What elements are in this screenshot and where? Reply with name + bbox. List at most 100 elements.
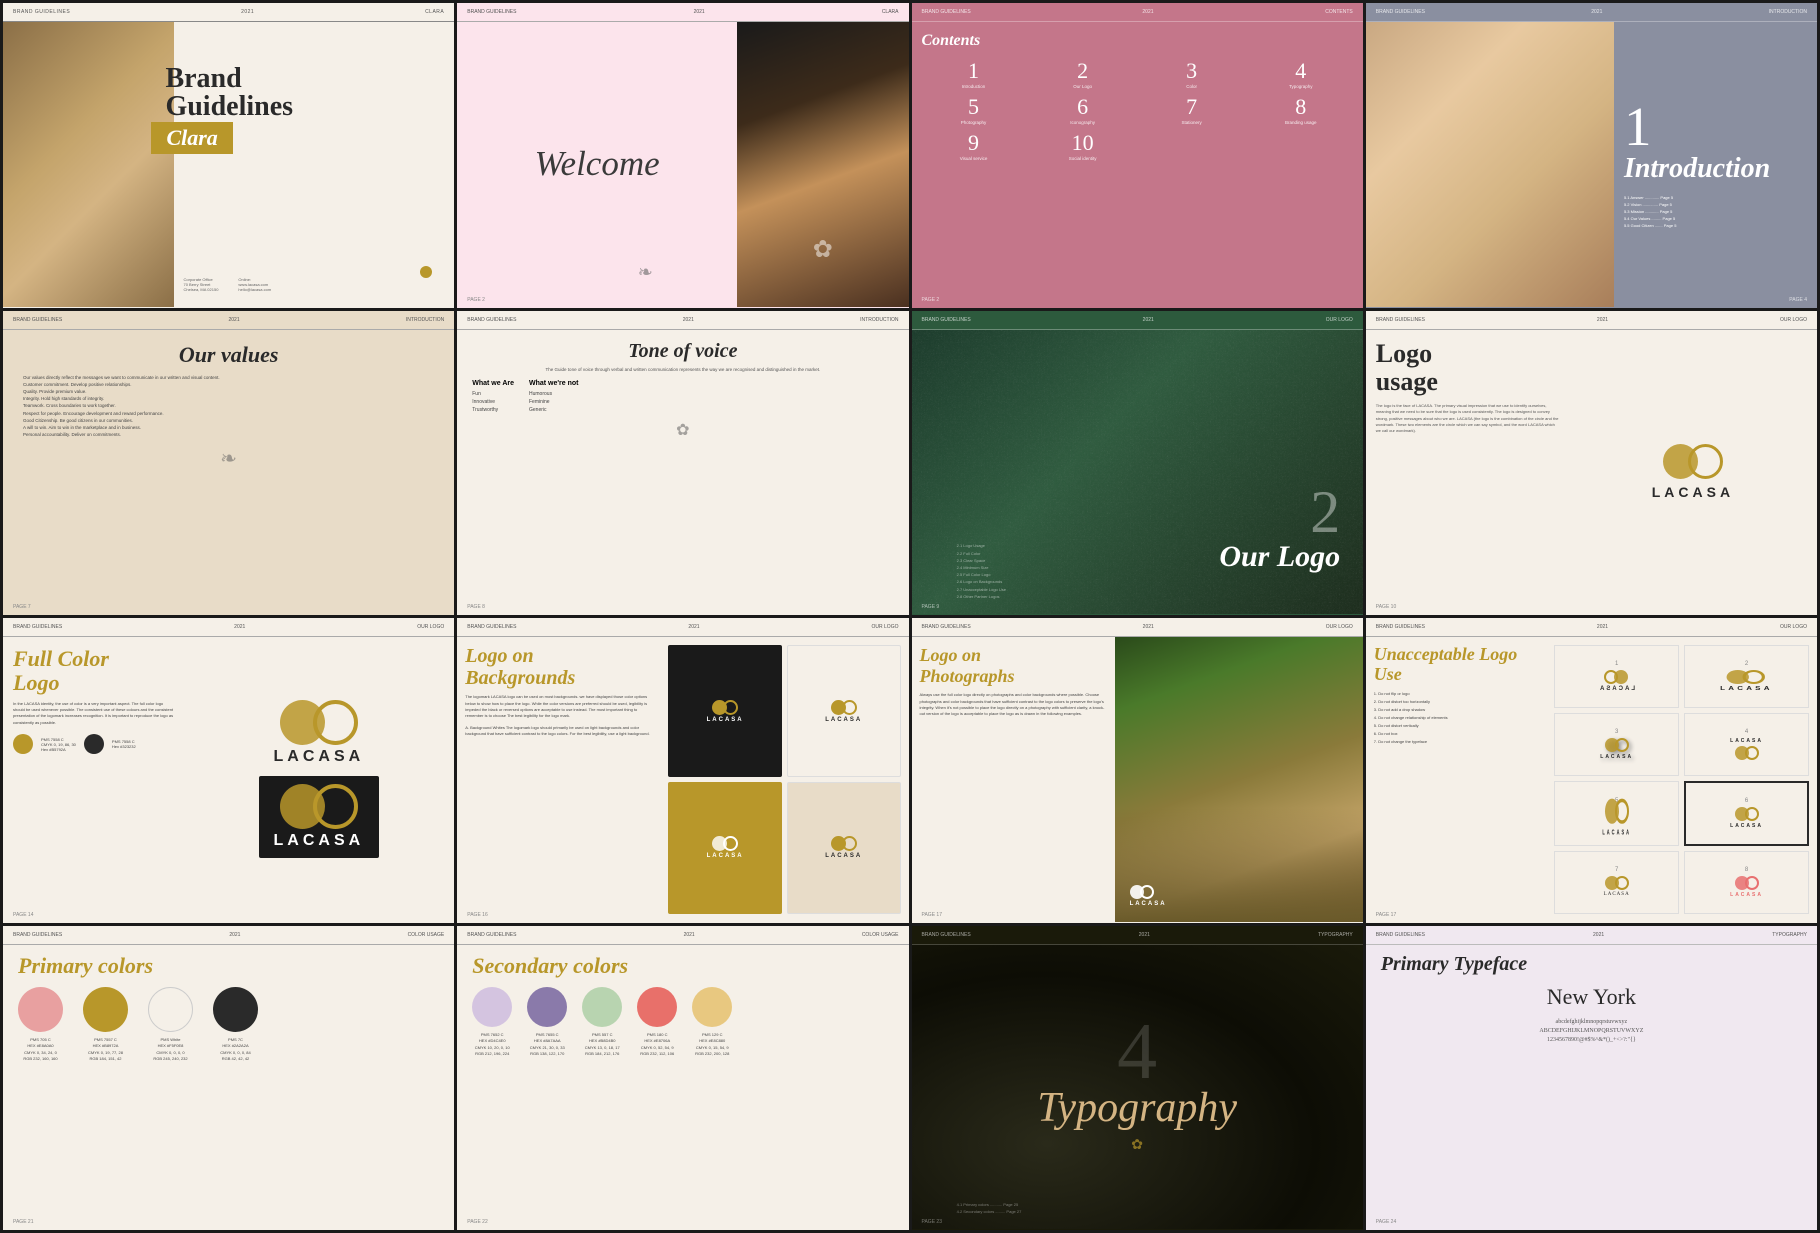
model-image	[3, 22, 174, 307]
purple-swatch	[527, 987, 567, 1027]
s3-left: BRAND GUIDELINES	[922, 9, 971, 15]
col2-item-1: Humorous	[529, 391, 579, 397]
alphabet-lower: abcdefghijklmnopqrstuvwxyz	[1381, 1018, 1802, 1027]
num-10: 10	[1031, 130, 1135, 156]
online-info: Online: www.lacasa.com hello@lacasa.com	[238, 277, 271, 292]
logo-wordmark: LACASA	[1652, 484, 1734, 500]
wrong-8: 8 LACASA	[1684, 851, 1809, 914]
unacceptable-rules: 1. Do not flip or logo 2. Do not distort…	[1374, 691, 1539, 744]
slide-1-info: Corporate Office 70 Berry Street Chelsea…	[184, 277, 446, 292]
intro-big-num: 1	[1624, 99, 1807, 154]
tone-subtitle: The Guide tone of voice through verbal a…	[472, 367, 893, 372]
slide-primary-colors: BRAND GUIDELINES 2021 COLOR USAGE Primar…	[3, 926, 454, 1231]
s12-right: OUR LOGO	[1780, 624, 1807, 630]
font-name-display: New York	[1381, 984, 1802, 1010]
slide-14-topbar: BRAND GUIDELINES 2021 COLOR USAGE	[457, 926, 908, 945]
mini-circles-5	[1605, 799, 1629, 824]
col2-item-3: Generic	[529, 407, 579, 413]
slide-8-content: Logo usage The logo is the face of LACAS…	[1366, 330, 1817, 615]
rule-2: 2. Do not distort too horizontally	[1374, 699, 1539, 704]
num-7: 7	[1140, 94, 1244, 120]
slide-1-brand-label: BRAND GUIDELINES	[13, 9, 70, 15]
num-6: 6	[1031, 94, 1135, 120]
black-details: PMS 7CHEX #2A2A2ACMYK 0, 0, 0, 84RGB 42,…	[220, 1037, 250, 1063]
lname-gold: LACASA	[707, 853, 744, 859]
color-pink: PMS 705 CHEX #E8A0A0CMYK 0, 34, 24, 0RGB…	[18, 987, 63, 1063]
page-number: PAGE 4	[1789, 297, 1807, 303]
sub-item-5: 5.5 Good Citizen ....... Page 5	[1624, 223, 1807, 228]
s16-right: TYPOGRAPHY	[1772, 932, 1807, 938]
typeface-heading: Primary Typeface	[1381, 953, 1802, 976]
num-5: 5	[922, 94, 1026, 120]
logo-bg-body: The logomark LACASA logo can be used on …	[465, 694, 652, 720]
slide-1-year: 2021	[241, 9, 254, 15]
logo-boxed: LACASA	[1730, 807, 1763, 829]
s13-center: 2021	[229, 932, 240, 938]
circles-mini-cream	[831, 836, 857, 851]
label-8: Branding usage	[1249, 120, 1353, 125]
slide-1-topbar: BRAND GUIDELINES 2021 CLARA	[3, 3, 454, 22]
typography-big-num: 4	[1117, 1020, 1157, 1084]
wrong-4: 4 LACASA	[1684, 713, 1809, 776]
circles-mini-light	[831, 700, 857, 715]
label-10: Social identity	[1031, 156, 1135, 161]
logo-rearranged: LACASA	[1730, 738, 1763, 760]
logo-bg-grid: LACASA LACASA	[660, 637, 908, 922]
s14-center: 2021	[684, 932, 695, 938]
page-number: PAGE 22	[467, 1219, 487, 1225]
secondary-colors-heading: Secondary colors	[472, 953, 893, 979]
page-number: PAGE 7	[13, 604, 31, 610]
s4-right: INTRODUCTION	[1769, 9, 1807, 15]
color-info-dark: PMS 7558 CHex #323232	[112, 739, 136, 749]
label-9: Visual service	[922, 156, 1026, 161]
slide-16-content: Primary Typeface New York abcdefghijklmn…	[1366, 945, 1817, 1053]
logo-light: LACASA	[274, 700, 365, 766]
color-sage: PMS 557 CHEX #B8D4B0CMYK 13, 0, 18, 17RG…	[582, 987, 622, 1058]
rule-5: 5. Do not distort vertically	[1374, 723, 1539, 728]
yellow-details: PMS 129 CHEX #E8C880CMYK 0, 15, 54, 9RGB…	[695, 1032, 729, 1058]
s10-right: OUR LOGO	[872, 624, 899, 630]
col2-title: What we're not	[529, 380, 579, 387]
flower-decoration: ❧	[638, 262, 653, 283]
primary-colors-heading: Primary colors	[18, 953, 439, 979]
slide-typography-section: BRAND GUIDELINES 2021 TYPOGRAPHY 4 Typog…	[912, 926, 1363, 1231]
slide-3-topbar: BRAND GUIDELINES 2021 CONTENTS	[912, 3, 1363, 22]
logo-bg-heading: Logo on Backgrounds	[465, 645, 652, 689]
sage-details: PMS 557 CHEX #B8D4B0CMYK 13, 0, 18, 17RG…	[585, 1032, 620, 1058]
yellow-swatch	[692, 987, 732, 1027]
s2-center: 2021	[694, 9, 705, 15]
s12-center: 2021	[1597, 624, 1608, 630]
slide-4-content: 1 Introduction 5.1 Answer ............. …	[1366, 22, 1817, 307]
color-swatch-dark	[84, 734, 104, 754]
s11-center: 2021	[1143, 624, 1154, 630]
rule-7: 7. Do not change the typeface	[1374, 739, 1539, 744]
intro-sublist: 5.1 Answer ............. Page 5 5.2 Visi…	[1624, 195, 1807, 230]
s4-left: BRAND GUIDELINES	[1376, 9, 1425, 15]
color-purple: PMS 7655 CHEX #8A7AAACMYK 21, 30, 0, 33R…	[527, 987, 567, 1058]
alphabet-upper: ABCDEFGHIJKLMNOPQRSTUVWXYZ	[1381, 1027, 1802, 1036]
col-we-are: What we Are Fun Innovative Trustworthy	[472, 380, 514, 415]
slide-3-content: Contents 1 Introduction 2 Our Logo 3 Col…	[912, 22, 1363, 171]
page-number: PAGE 24	[1376, 1219, 1396, 1225]
slide-10-topbar: BRAND GUIDELINES 2021 OUR LOGO	[457, 618, 908, 637]
welcome-photo: ✿	[737, 22, 908, 307]
slide-9-topbar: BRAND GUIDELINES 2021 OUR LOGO	[3, 618, 454, 637]
full-color-body: In the LACASA identity, the use of color…	[13, 701, 174, 727]
s6-left: BRAND GUIDELINES	[467, 317, 516, 323]
num-3: 3	[1140, 58, 1244, 84]
black-swatch	[213, 987, 258, 1032]
col1-list: Fun Innovative Trustworthy	[472, 391, 514, 413]
slide-7-topbar: BRAND GUIDELINES 2021 OUR LOGO	[912, 311, 1363, 330]
alphabet-nums: 1234567890!@#$%^&*()_+<>?:"{}	[1381, 1036, 1802, 1045]
s11-left: BRAND GUIDELINES	[922, 624, 971, 630]
wrong-5: 5 LACASA	[1554, 781, 1679, 846]
s12-left: BRAND GUIDELINES	[1376, 624, 1425, 630]
sub-item-1: 5.1 Answer ............. Page 5	[1624, 195, 1807, 200]
logo-section-text: 2 Our Logo	[1047, 482, 1340, 572]
color-info-gold: PMS 7558 CCMYK 0, 19, 86, 30Hex #B5792A	[41, 737, 76, 752]
num-9: 9	[922, 130, 1026, 156]
s16-center: 2021	[1593, 932, 1604, 938]
slide-our-logo-section: BRAND GUIDELINES 2021 OUR LOGO 2 Our Log…	[912, 311, 1363, 616]
white-swatch	[148, 987, 193, 1032]
tone-columns: What we Are Fun Innovative Trustworthy W…	[472, 380, 893, 415]
